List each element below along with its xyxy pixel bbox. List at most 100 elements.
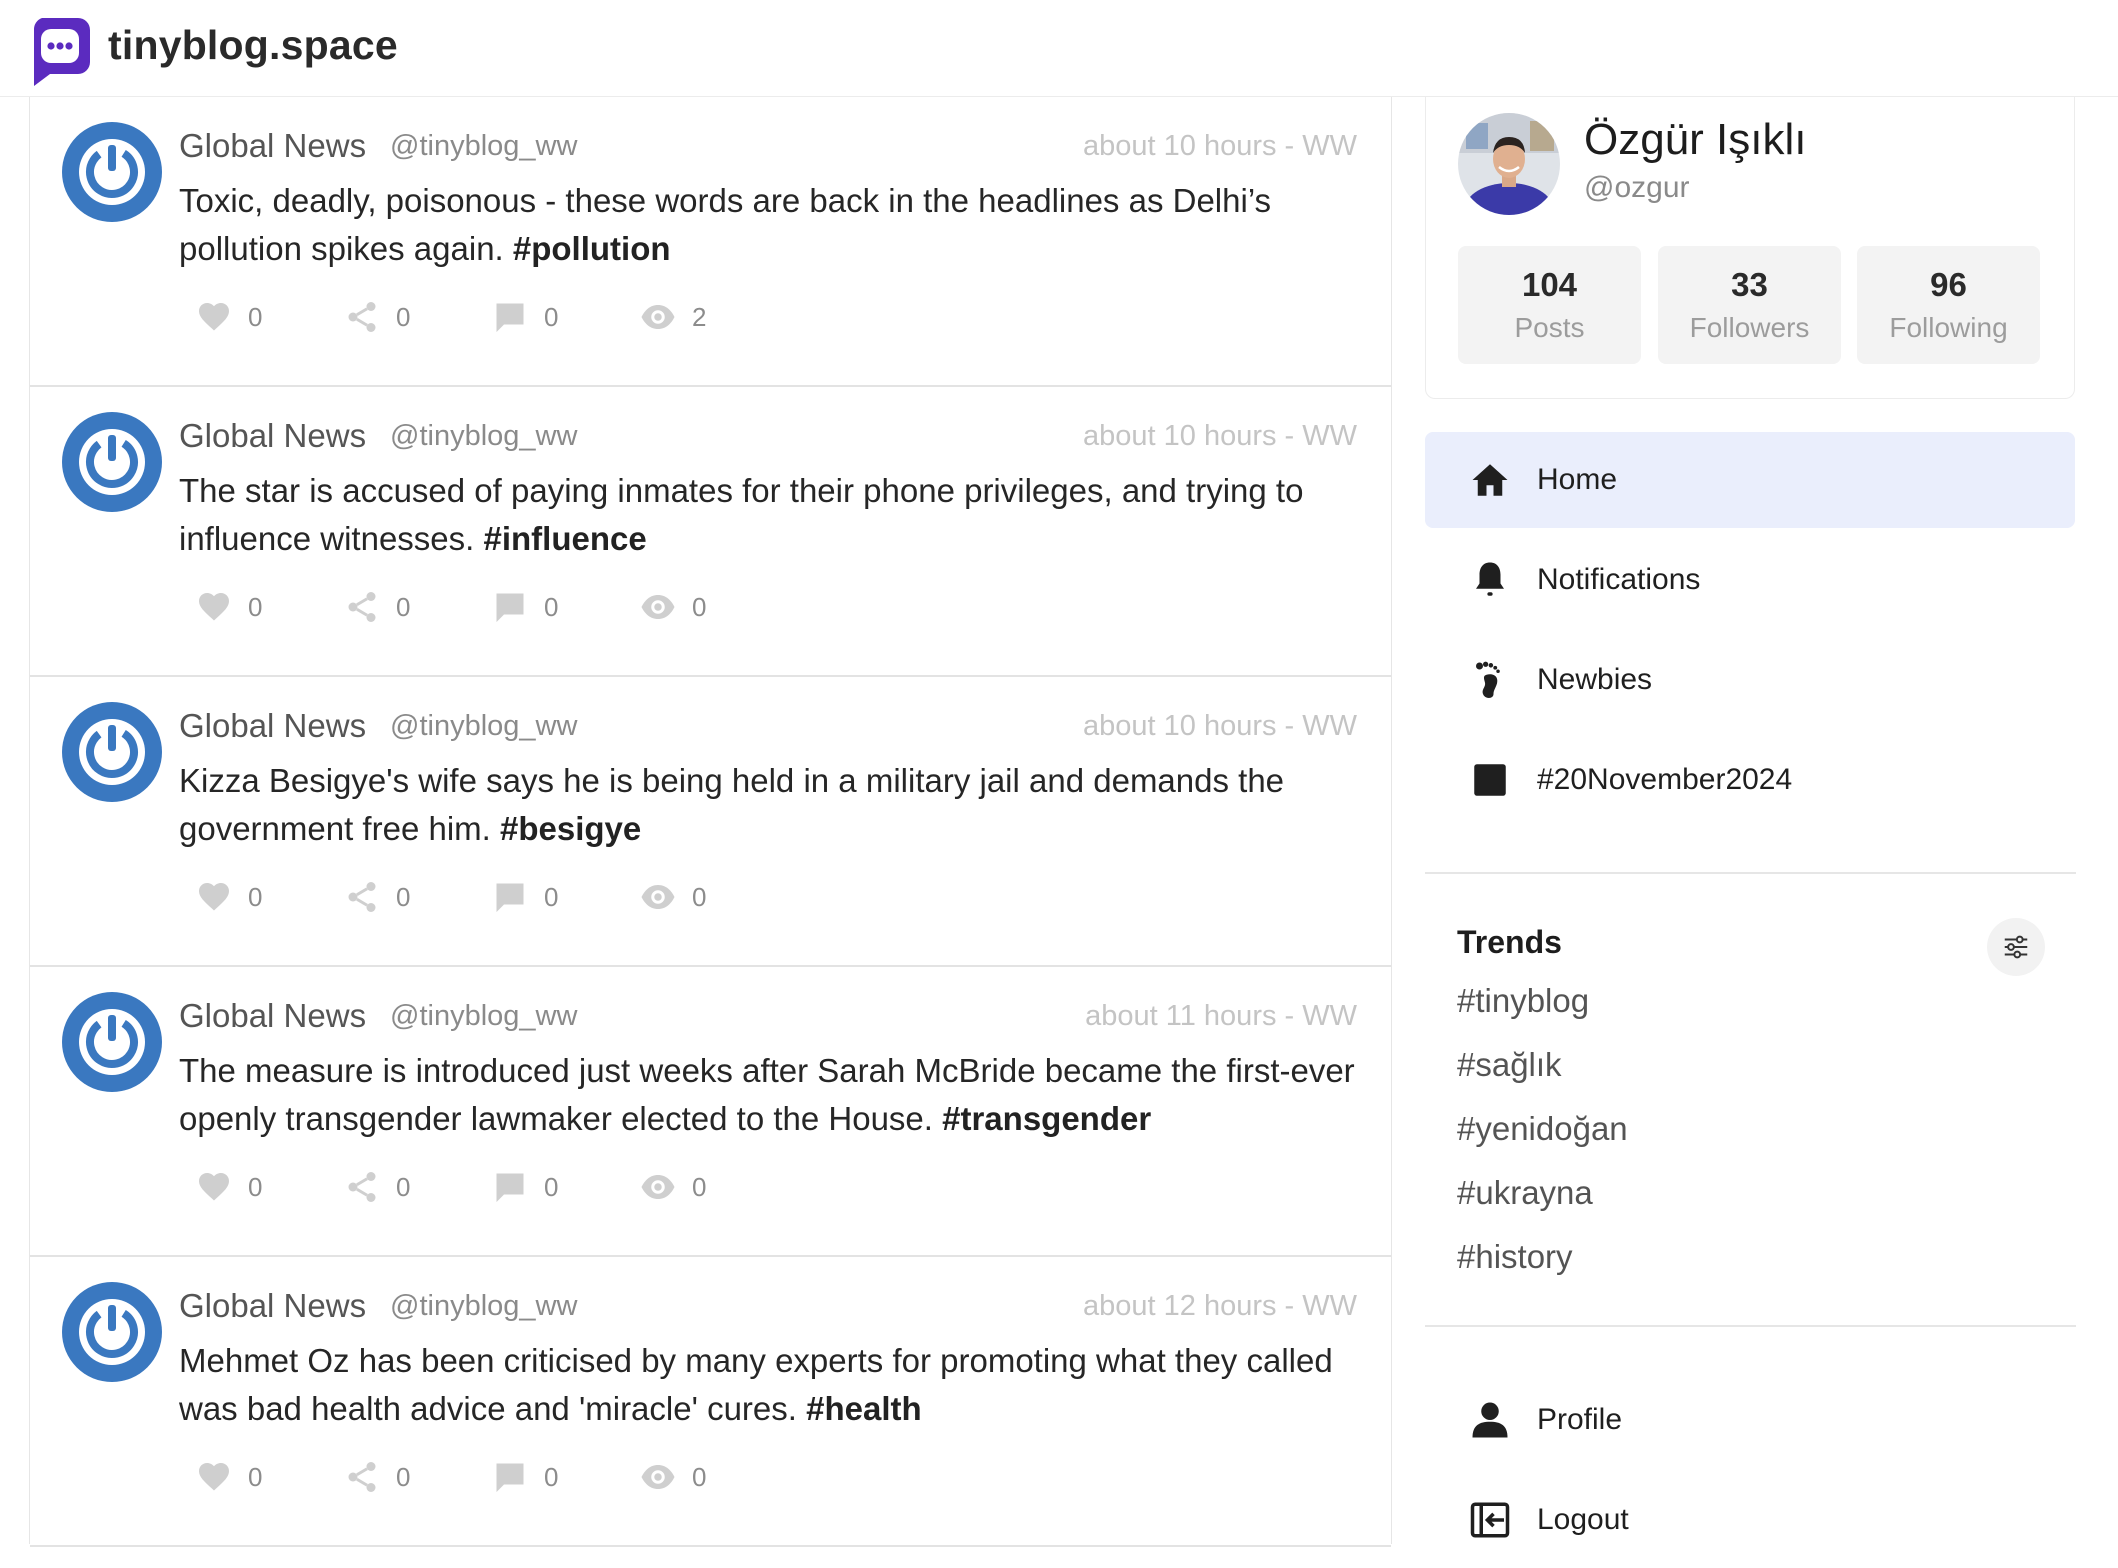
heart-icon [199,303,229,331]
trend-item[interactable]: #tinyblog [1457,982,1589,1020]
power-avatar-icon[interactable] [62,992,162,1092]
eye-icon [641,305,675,329]
post-hashtag[interactable]: #health [806,1390,922,1427]
like-button[interactable]: 0 [196,587,262,627]
view-count: 0 [692,881,707,912]
post-handle[interactable]: @tinyblog_ww [390,420,577,453]
post-handle[interactable]: @tinyblog_ww [390,1000,577,1033]
heart-icon [199,883,229,911]
heart-icon [199,1463,229,1491]
post-item[interactable]: Global News @tinyblog_ww about 10 hours … [30,387,1391,677]
view-count: 0 [692,1461,707,1492]
comment-count: 0 [544,591,559,622]
home-icon [1472,464,1508,496]
nav-item-date-tag[interactable]: #20November2024 [1425,732,2075,828]
power-avatar-icon[interactable] [62,702,162,802]
trend-item[interactable]: #yenidoğan [1457,1110,1628,1148]
power-avatar-icon[interactable] [62,1282,162,1382]
share-button[interactable]: 0 [344,877,410,917]
footprint-icon [1476,661,1500,698]
share-count: 0 [396,301,411,332]
profile-handle[interactable]: @ozgur [1584,171,1690,205]
comment-icon [496,593,524,622]
profile-card: Özgür Işıklı @ozgur 104 Posts 33 Followe… [1425,97,2075,399]
post-item[interactable]: Global News @tinyblog_ww about 11 hours … [30,967,1391,1257]
following-stat[interactable]: 96 Following [1857,246,2040,364]
divider [1425,872,2076,874]
post-author[interactable]: Global News [179,417,366,455]
post-text: Toxic, deadly, poisonous - these words a… [179,177,1359,273]
post-hashtag[interactable]: #besigye [500,810,641,847]
heart-icon [199,593,229,621]
power-avatar-icon[interactable] [62,412,162,512]
nav-label: Newbies [1537,663,1653,696]
post-author[interactable]: Global News [179,997,366,1035]
nav-label: Home [1537,463,1618,496]
trend-item[interactable]: #sağlık [1457,1046,1562,1084]
post-text: The measure is introduced just weeks aft… [179,1047,1359,1143]
nav-item-profile[interactable]: Profile [1425,1372,2075,1468]
avatar[interactable] [1458,113,1560,215]
chat-bubble-logo-icon[interactable] [30,18,90,86]
nav-item-newbies[interactable]: Newbies [1425,632,2075,728]
trend-item[interactable]: #ukrayna [1457,1174,1593,1212]
comment-button[interactable]: 0 [492,587,558,627]
share-count: 0 [396,1171,411,1202]
post-item[interactable]: Global News @tinyblog_ww about 10 hours … [30,677,1391,967]
stat-value: 33 [1731,266,1768,303]
nav-label: #20November2024 [1537,763,1793,796]
post-handle[interactable]: @tinyblog_ww [390,1290,577,1323]
post-handle[interactable]: @tinyblog_ww [390,710,577,743]
stat-value: 104 [1521,266,1578,303]
posts-stat[interactable]: 104 Posts [1458,246,1641,364]
post-handle[interactable]: @tinyblog_ww [390,130,577,163]
like-button[interactable]: 0 [196,297,262,337]
like-count: 0 [248,301,263,332]
nav-item-logout[interactable]: Logout [1425,1472,2075,1568]
sliders-icon [2004,935,2028,959]
share-button[interactable]: 0 [344,1457,410,1497]
stat-value: 96 [1930,266,1967,303]
comment-button[interactable]: 0 [492,297,558,337]
bell-icon [1476,562,1504,596]
trends-title: Trends [1457,924,1562,960]
nav-item-home[interactable]: Home [1425,432,2075,528]
view-count: 0 [692,591,707,622]
power-avatar-icon[interactable] [62,122,162,222]
comment-count: 0 [544,1461,559,1492]
like-button[interactable]: 0 [196,877,262,917]
post-hashtag[interactable]: #pollution [513,230,671,267]
post-item[interactable]: Global News @tinyblog_ww about 12 hours … [30,1257,1391,1547]
view-counter: 0 [640,877,706,917]
brand-name[interactable]: tinyblog.space [108,22,398,69]
post-hashtag[interactable]: #transgender [942,1100,1151,1137]
like-count: 0 [248,881,263,912]
post-timestamp: about 10 hours - WW [1083,710,1357,742]
comment-button[interactable]: 0 [492,877,558,917]
share-button[interactable]: 0 [344,1167,410,1207]
view-counter: 0 [640,1457,706,1497]
like-button[interactable]: 0 [196,1167,262,1207]
nav-item-notifications[interactable]: Notifications [1425,532,2075,628]
followers-stat[interactable]: 33 Followers [1658,246,1841,364]
share-icon [348,882,376,912]
share-button[interactable]: 0 [344,587,410,627]
post-timestamp: about 11 hours - WW [1085,1000,1357,1032]
post-timestamp: about 12 hours - WW [1083,1290,1357,1322]
square-icon [1474,764,1506,796]
share-button[interactable]: 0 [344,297,410,337]
post-hashtag[interactable]: #influence [484,520,647,557]
trend-item[interactable]: #history [1457,1238,1573,1276]
eye-icon [641,885,675,909]
comment-button[interactable]: 0 [492,1167,558,1207]
comment-button[interactable]: 0 [492,1457,558,1497]
profile-name[interactable]: Özgür Işıklı [1584,115,1807,165]
like-button[interactable]: 0 [196,1457,262,1497]
post-author[interactable]: Global News [179,127,366,165]
trends-settings-button[interactable] [1987,918,2045,976]
post-author[interactable]: Global News [179,707,366,745]
user-icon [1472,1402,1508,1438]
comment-icon [496,883,524,912]
post-item[interactable]: Global News @tinyblog_ww about 10 hours … [30,97,1391,387]
post-author[interactable]: Global News [179,1287,366,1325]
